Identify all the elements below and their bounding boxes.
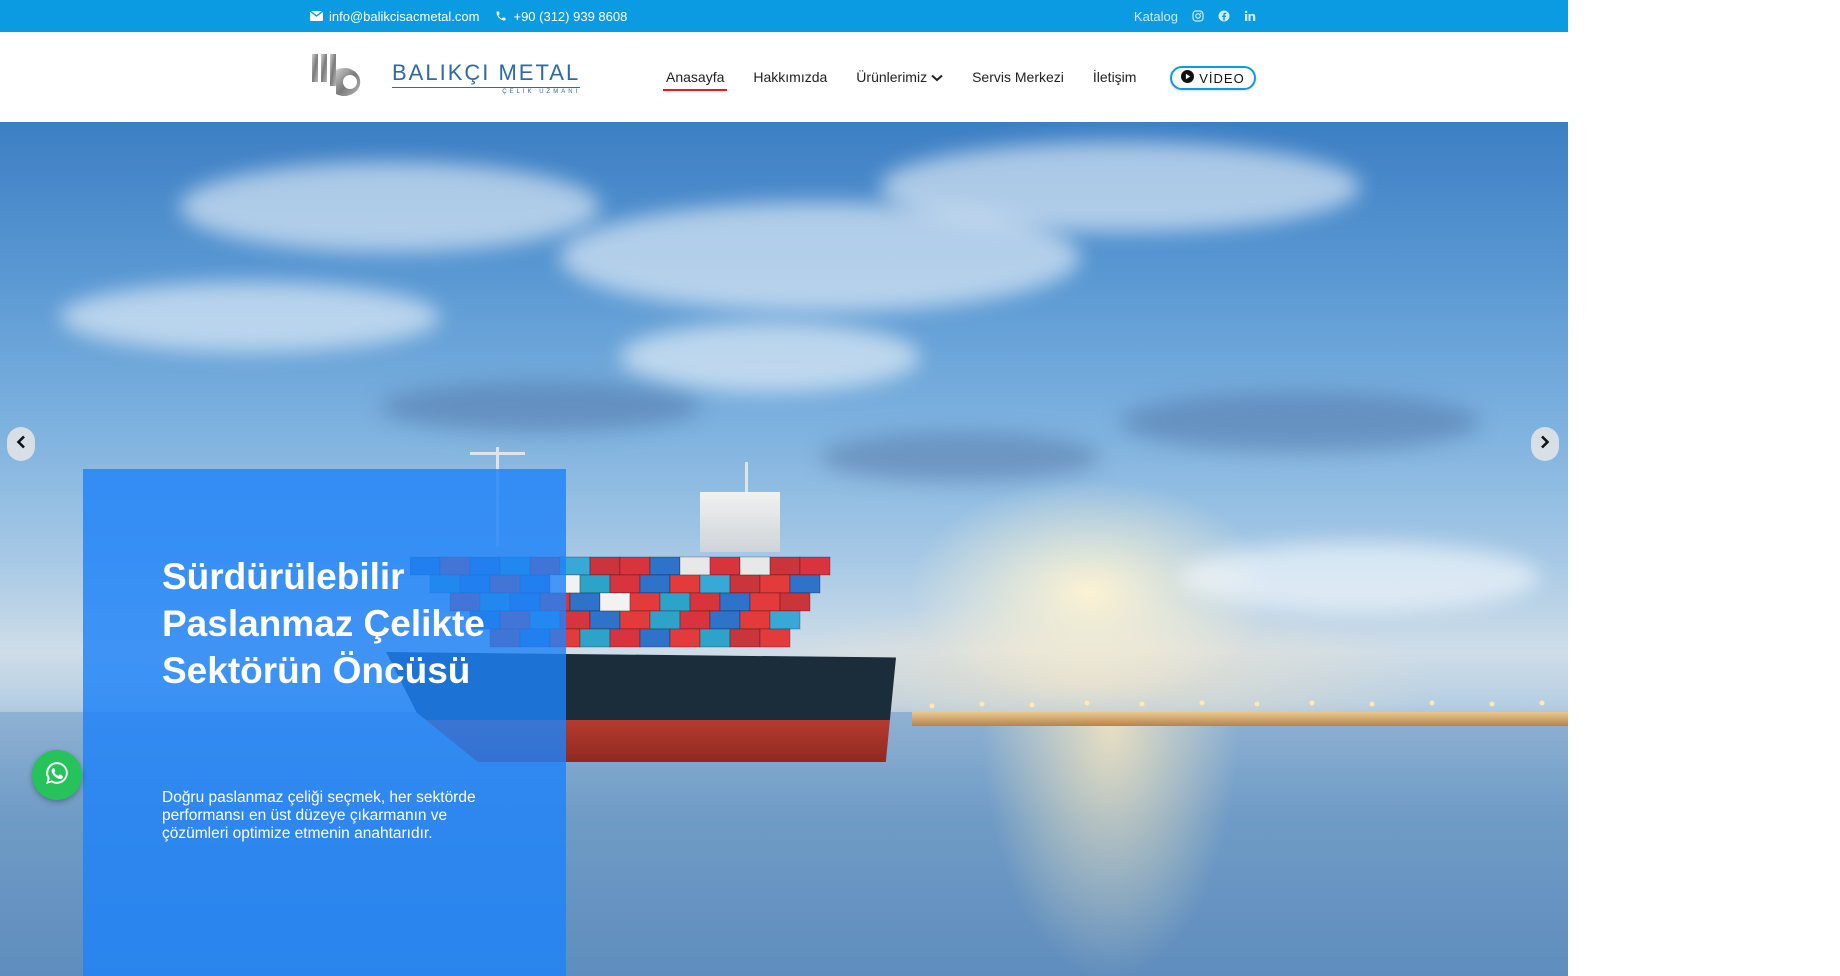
linkedin-icon[interactable] [1244,10,1256,22]
whatsapp-icon [44,760,70,791]
logo-mark-icon [310,52,372,105]
nav-label: Hakkımızda [753,69,828,85]
phone-text: +90 (312) 939 8608 [513,8,628,24]
video-button-label: VİDEO [1199,70,1245,86]
cloud [620,322,920,392]
phone-icon [495,10,507,22]
social-links: Katalog [1134,0,1256,32]
site-header: BALIKÇI METAL ÇELİK UZMANI Anasayfa Hakk… [0,32,1568,122]
envelope-icon [310,11,323,21]
nav-item-servis-merkezi[interactable]: Servis Merkezi [972,69,1064,91]
cloud [1120,392,1480,452]
logo-brand-name: BALIKÇI METAL [392,60,581,85]
cloud [60,282,440,352]
chevron-down-icon [931,69,943,85]
top-bar: info@balikcisacmetal.com +90 (312) 939 8… [0,0,1568,32]
play-circle-icon [1181,70,1195,86]
chevron-left-icon [16,435,26,454]
pier [912,712,1568,726]
hero-caption-panel: Sürdürülebilir Paslanmaz Çelikte Sektörü… [83,469,566,976]
nav-label: Ürünlerimiz [856,69,928,85]
sun-reflection [980,722,1240,976]
video-button[interactable]: VİDEO [1170,66,1256,90]
facebook-icon[interactable] [1218,10,1230,22]
cloud [180,162,600,252]
pier-lights [929,700,1545,709]
contact-info: info@balikcisacmetal.com +90 (312) 939 8… [310,0,627,32]
ship-mast [470,452,525,455]
instagram-icon[interactable] [1192,10,1204,22]
nav-label: Servis Merkezi [972,69,1064,85]
cloud [380,382,700,432]
hero-description: Doğru paslanmaz çeliği seçmek, her sektö… [162,789,476,842]
page: info@balikcisacmetal.com +90 (312) 939 8… [0,0,1568,976]
whatsapp-button[interactable] [32,750,82,800]
nav-item-anasayfa[interactable]: Anasayfa [662,69,728,91]
main-nav: Anasayfa Hakkımızda Ürünlerimiz Servis M… [662,32,1137,122]
nav-label: İletişim [1092,69,1137,85]
slider-next-button[interactable] [1531,427,1559,461]
logo-subtitle: ÇELİK UZMANI [392,87,581,95]
email-text: info@balikcisacmetal.com [329,8,480,24]
nav-item-urunlerimiz[interactable]: Ürünlerimiz [856,69,943,91]
nav-label: Anasayfa [666,69,725,85]
logo-text: BALIKÇI METAL ÇELİK UZMANI [392,60,581,95]
cloud [880,142,1360,232]
cloud [820,432,1100,482]
phone-link[interactable]: +90 (312) 939 8608 [495,9,627,24]
email-link[interactable]: info@balikcisacmetal.com [310,9,479,24]
hero-slider: Sürdürülebilir Paslanmaz Çelikte Sektörü… [0,122,1568,976]
cloud [1180,542,1540,612]
logo[interactable]: BALIKÇI METAL ÇELİK UZMANI [310,52,581,105]
chevron-right-icon [1540,435,1550,454]
nav-item-iletisim[interactable]: İletişim [1093,69,1137,91]
hero-title: Sürdürülebilir Paslanmaz Çelikte Sektörü… [162,556,485,691]
nav-item-hakkimizda[interactable]: Hakkımızda [753,69,827,91]
slider-prev-button[interactable] [7,427,35,461]
katalog-link[interactable]: Katalog [1134,9,1178,24]
